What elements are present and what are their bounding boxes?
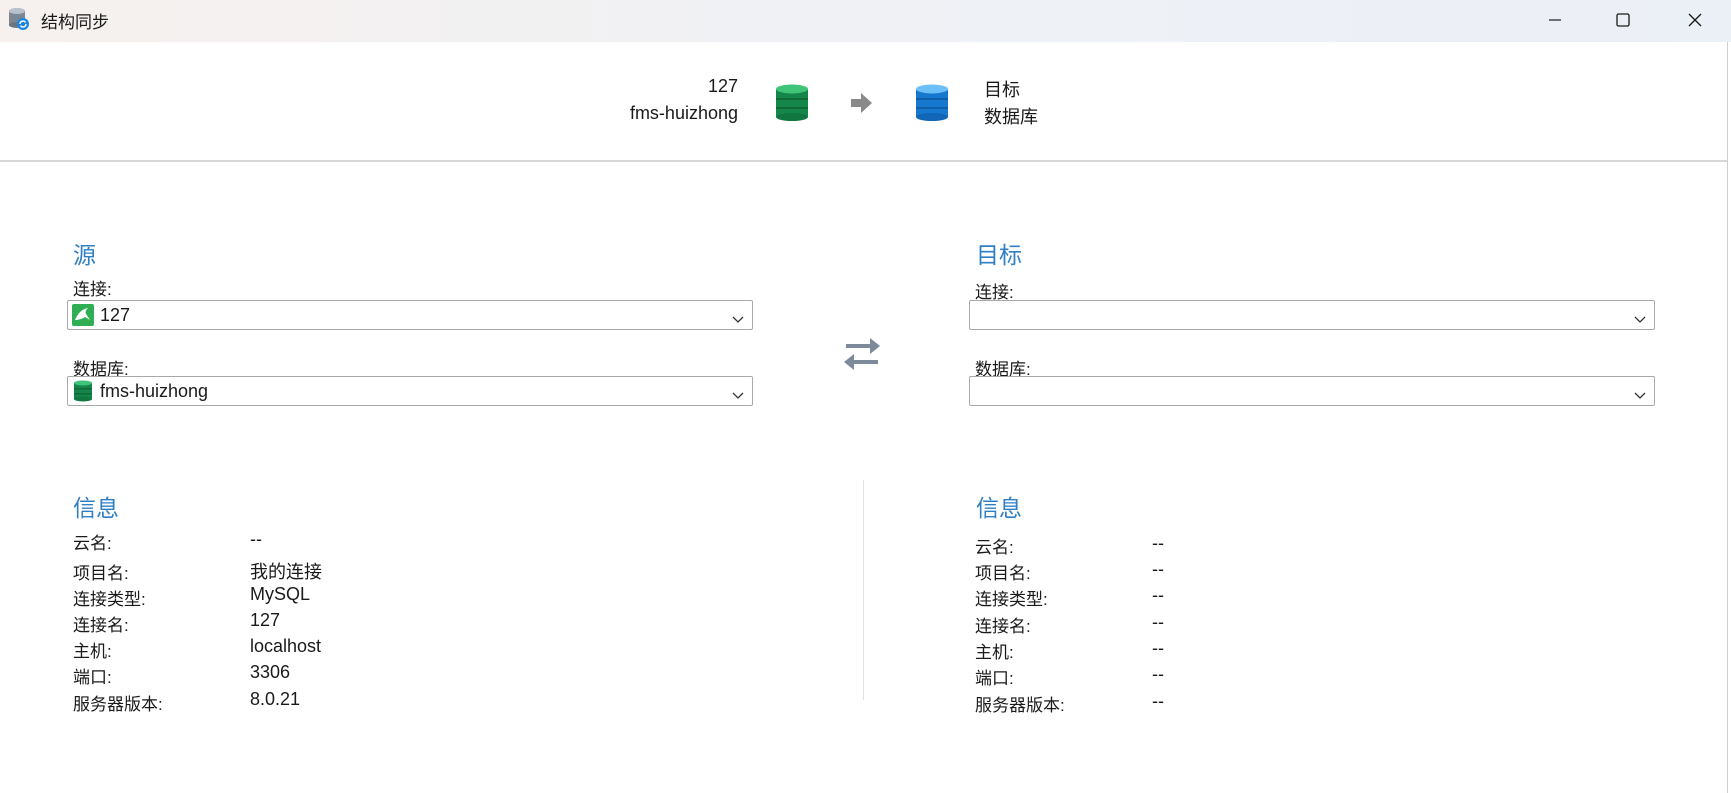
info-key: 项目名: [975, 564, 1031, 583]
info-value: 我的连接 [250, 562, 322, 582]
header-target-connection: 目标 [984, 80, 1020, 100]
info-value: -- [1152, 533, 1164, 553]
info-key: 云名: [73, 534, 112, 553]
header-source-connection: 127 [707, 76, 738, 96]
target-database-icon [915, 84, 949, 127]
info-value: 127 [250, 610, 281, 630]
info-value: localhost [250, 636, 322, 656]
minimize-button[interactable] [1520, 0, 1590, 40]
info-key: 主机: [975, 643, 1014, 662]
close-button[interactable] [1660, 0, 1730, 40]
sync-summary-header: 127 fms-huizhong 目标 数据库 [0, 42, 1727, 162]
info-key: 主机: [73, 642, 112, 661]
window-edge [1727, 42, 1728, 793]
chevron-down-icon [1634, 387, 1646, 405]
info-value: 8.0.21 [250, 689, 301, 709]
maximize-button[interactable] [1588, 0, 1658, 40]
target-info-title: 信息 [976, 495, 1022, 521]
info-key: 项目名: [73, 564, 129, 583]
source-database-value: fms-huizhong [100, 381, 209, 401]
info-value: -- [1152, 664, 1164, 684]
source-database-icon [775, 84, 809, 127]
info-value: 3306 [250, 662, 291, 682]
arrow-right-icon [849, 92, 873, 119]
chevron-down-icon [1634, 311, 1646, 329]
info-key: 连接名: [975, 617, 1031, 636]
window-title: 结构同步 [41, 13, 109, 32]
maximize-icon [1616, 13, 1630, 27]
info-value: -- [1152, 559, 1164, 579]
info-divider [863, 480, 864, 700]
info-value: -- [1152, 585, 1164, 605]
chevron-down-icon [732, 311, 744, 329]
minimize-icon [1549, 19, 1561, 21]
source-connection-select[interactable]: 127 [67, 300, 753, 330]
info-key: 连接类型: [975, 590, 1048, 609]
swap-button[interactable] [842, 332, 882, 377]
swap-arrows-icon [844, 338, 880, 370]
info-key: 连接名: [73, 616, 129, 635]
source-connection-value: 127 [100, 305, 131, 325]
target-section-title: 目标 [976, 242, 1022, 268]
info-value: -- [1152, 612, 1164, 632]
header-source-database: fms-huizhong [629, 103, 738, 123]
target-connection-select[interactable] [969, 300, 1655, 330]
sync-db-icon [8, 7, 30, 31]
info-value: -- [250, 529, 262, 549]
info-key: 端口: [975, 669, 1014, 688]
info-value: -- [1152, 691, 1164, 711]
info-value: -- [1152, 638, 1164, 658]
info-key: 服务器版本: [975, 696, 1065, 715]
target-database-select[interactable] [969, 376, 1655, 406]
info-key: 连接类型: [73, 590, 146, 609]
source-database-select[interactable]: fms-huizhong [67, 376, 753, 406]
info-key: 端口: [73, 668, 112, 687]
source-info-title: 信息 [73, 495, 119, 521]
info-key: 云名: [975, 538, 1014, 557]
title-bar: 结构同步 [0, 0, 1731, 42]
info-key: 服务器版本: [73, 695, 163, 714]
header-target-database: 数据库 [984, 107, 1038, 127]
source-section-title: 源 [73, 242, 96, 268]
mysql-dolphin-icon [72, 304, 94, 326]
source-connection-label: 连接: [73, 280, 112, 299]
close-icon [1688, 13, 1702, 27]
info-value: MySQL [250, 584, 311, 604]
chevron-down-icon [732, 387, 744, 405]
database-icon [72, 380, 94, 402]
